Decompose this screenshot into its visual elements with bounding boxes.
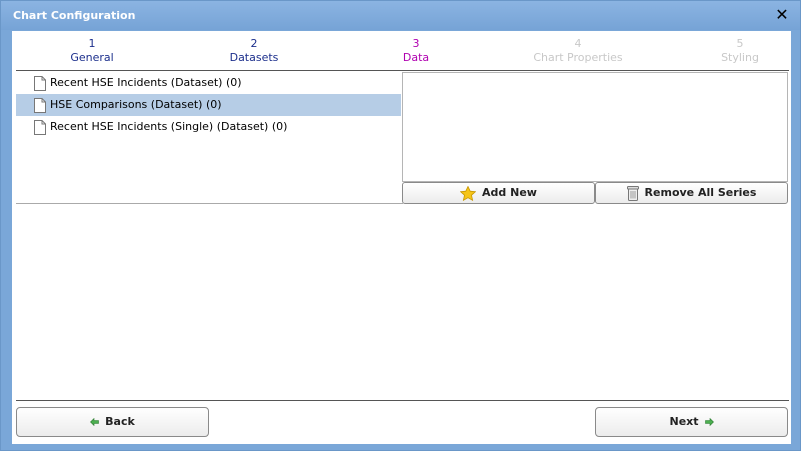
list-divider — [16, 203, 403, 204]
trash-icon — [626, 185, 639, 201]
star-icon — [460, 185, 477, 201]
remove-all-label: Remove All Series — [644, 186, 757, 199]
dataset-item-selected[interactable]: HSE Comparisons (Dataset) (0) — [16, 94, 401, 116]
close-icon[interactable]: ✕ — [774, 6, 790, 24]
step-number: 5 — [736, 37, 744, 50]
series-list[interactable] — [402, 72, 788, 182]
document-icon — [34, 120, 46, 135]
window-title: Chart Configuration — [13, 9, 136, 22]
dataset-label: Recent HSE Incidents (Dataset) (0) — [50, 76, 242, 89]
dataset-item[interactable]: Recent HSE Incidents (Dataset) (0) — [16, 72, 401, 94]
footer-divider — [16, 400, 789, 401]
step-label: General — [70, 51, 114, 64]
next-label: Next — [669, 415, 699, 428]
step-styling: 5 Styling — [680, 37, 800, 65]
step-chart-properties: 4 Chart Properties — [518, 37, 638, 65]
arrow-left-icon — [90, 418, 99, 426]
step-number: 2 — [250, 37, 258, 50]
step-label: Chart Properties — [533, 51, 623, 64]
arrow-right-icon — [704, 418, 714, 426]
step-datasets[interactable]: 2 Datasets — [194, 37, 314, 65]
step-label: Styling — [721, 51, 759, 64]
step-number: 1 — [88, 37, 96, 50]
next-button[interactable]: Next — [595, 407, 788, 437]
chart-configuration-dialog: Chart Configuration ✕ 1 General 2 Datase… — [0, 0, 801, 451]
step-label: Data — [402, 51, 430, 64]
steps-divider — [16, 70, 789, 71]
back-button[interactable]: Back — [16, 407, 209, 437]
step-number: 3 — [412, 37, 420, 50]
dialog-content: 1 General 2 Datasets 3 Data 4 Chart Prop… — [12, 31, 791, 444]
remove-all-series-button[interactable]: Remove All Series — [595, 182, 788, 204]
document-icon — [34, 76, 46, 91]
dataset-label: HSE Comparisons (Dataset) (0) — [50, 98, 222, 111]
step-data[interactable]: 3 Data — [356, 37, 476, 65]
step-label: Datasets — [229, 51, 279, 64]
back-label: Back — [105, 415, 135, 428]
step-number: 4 — [574, 37, 582, 50]
dataset-item[interactable]: Recent HSE Incidents (Single) (Dataset) … — [16, 116, 401, 138]
titlebar[interactable]: Chart Configuration ✕ — [1, 1, 800, 30]
dataset-label: Recent HSE Incidents (Single) (Dataset) … — [50, 120, 288, 133]
add-new-label: Add New — [482, 186, 537, 199]
document-icon — [34, 98, 46, 113]
wizard-steps: 1 General 2 Datasets 3 Data 4 Chart Prop… — [12, 31, 791, 71]
dataset-list: Recent HSE Incidents (Dataset) (0) HSE C… — [16, 72, 401, 204]
step-general[interactable]: 1 General — [32, 37, 152, 65]
add-new-button[interactable]: Add New — [402, 182, 595, 204]
